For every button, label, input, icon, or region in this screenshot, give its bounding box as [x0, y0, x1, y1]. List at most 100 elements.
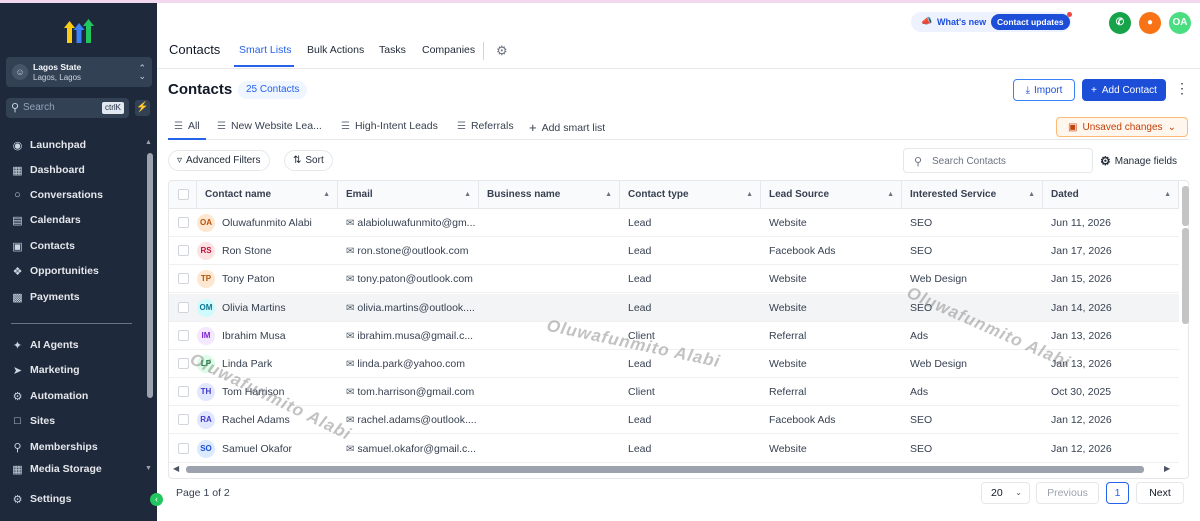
- sidebar-item-opportunities[interactable]: ❖ Opportunities: [11, 262, 99, 280]
- table-vertical-scrollbar-track[interactable]: [1182, 228, 1189, 324]
- account-switcher[interactable]: ☺ Lagos State Lagos, Lagos ⌃ ⌄: [6, 57, 152, 87]
- sidebar-item-dashboard[interactable]: ▦ Dashboard: [11, 161, 85, 179]
- column-header-email[interactable]: Email ▲: [338, 181, 479, 209]
- table-row[interactable]: IM Ibrahim Musa ✉ ibrahim.musa@gmail.c... Cl…: [169, 322, 1179, 350]
- smart-list-tab-new-website-leads[interactable]: ☰ New Website Lea...: [217, 120, 322, 132]
- page-number-button[interactable]: 1: [1106, 482, 1129, 504]
- add-smart-list-button[interactable]: + Add smart list: [529, 120, 605, 135]
- email-cell[interactable]: ✉ tony.paton@outlook.com: [338, 265, 479, 293]
- more-options-icon[interactable]: ⋮: [1175, 80, 1189, 97]
- phone-icon[interactable]: ✆: [1109, 12, 1131, 34]
- next-page-button[interactable]: Next: [1136, 482, 1184, 504]
- whats-new-pill[interactable]: 📣 What's new Contact updates: [911, 12, 1072, 32]
- previous-page-button[interactable]: Previous: [1036, 482, 1099, 504]
- sidebar-item-memberships[interactable]: ⚲ Memberships: [11, 438, 97, 456]
- sidebar-item-settings[interactable]: ⚙ Settings: [11, 490, 72, 508]
- add-contact-button[interactable]: + Add Contact: [1082, 79, 1166, 101]
- search-contacts[interactable]: ⚲: [903, 148, 1093, 173]
- column-header-business-name[interactable]: Business name ▲: [479, 181, 620, 209]
- row-checkbox[interactable]: [178, 301, 189, 313]
- contact-name-cell[interactable]: Linda Park: [214, 350, 338, 378]
- contact-name-cell[interactable]: Olivia Martins: [214, 294, 338, 322]
- column-header-interested-service[interactable]: Interested Service ▲: [902, 181, 1043, 209]
- advanced-filters-button[interactable]: ▿ Advanced Filters: [168, 150, 270, 171]
- tab-bulk-actions[interactable]: Bulk Actions: [307, 44, 364, 56]
- table-row[interactable]: OM Olivia Martins ✉ olivia.martins@outlook.…: [169, 293, 1179, 322]
- column-header-dated[interactable]: Dated ▲: [1043, 181, 1179, 209]
- sidebar-item-sites[interactable]: □ Sites: [11, 412, 55, 430]
- page-size-select[interactable]: 20 ⌄: [981, 482, 1030, 504]
- select-all-checkbox[interactable]: [178, 189, 189, 200]
- contact-name-cell[interactable]: Ibrahim Musa: [214, 322, 338, 350]
- column-header-contact-type[interactable]: Contact type ▲: [620, 181, 761, 209]
- sidebar-item-contacts[interactable]: ▣ Contacts: [11, 237, 75, 255]
- tab-tasks[interactable]: Tasks: [379, 44, 406, 56]
- row-checkbox[interactable]: [178, 386, 189, 398]
- sidebar-item-ai-agents[interactable]: ✦ AI Agents: [11, 336, 79, 354]
- row-checkbox[interactable]: [178, 414, 189, 426]
- tab-smart-lists[interactable]: Smart Lists: [239, 44, 292, 56]
- sidebar-scroll-up-icon[interactable]: ▲: [145, 139, 152, 146]
- email-cell[interactable]: ✉ ibrahim.musa@gmail.c...: [338, 322, 479, 350]
- row-checkbox[interactable]: [178, 273, 189, 285]
- sidebar-item-conversations[interactable]: ○ Conversations: [11, 186, 103, 204]
- table-vertical-scrollbar[interactable]: [1182, 186, 1189, 226]
- contact-updates-badge[interactable]: Contact updates: [991, 14, 1070, 30]
- row-checkbox[interactable]: [178, 245, 189, 257]
- user-avatar[interactable]: OA: [1169, 12, 1191, 34]
- table-horizontal-scrollbar[interactable]: [186, 466, 1144, 473]
- app-logo[interactable]: [64, 17, 94, 45]
- sidebar-scroll-down-icon[interactable]: ▼: [145, 465, 152, 472]
- email-cell[interactable]: ✉ alabioluwafunmito@gm...: [338, 209, 479, 237]
- email-cell[interactable]: ✉ samuel.okafor@gmail.c...: [338, 435, 479, 463]
- row-checkbox[interactable]: [178, 358, 189, 369]
- collapse-sidebar-icon[interactable]: ‹: [150, 493, 163, 506]
- table-row[interactable]: LP Linda Park ✉ linda.park@yahoo.com Lead Web…: [169, 350, 1179, 378]
- bell-icon[interactable]: ●: [1139, 12, 1161, 34]
- sidebar-scrollbar[interactable]: [147, 153, 153, 398]
- contact-name-cell[interactable]: Tony Paton: [214, 265, 338, 293]
- table-row[interactable]: OA Oluwafunmito Alabi ✉ alabioluwafunmito@g…: [169, 209, 1179, 237]
- lead-source-cell: Website: [769, 442, 807, 455]
- settings-gear-icon[interactable]: ⚙: [496, 43, 508, 59]
- smart-list-tab-high-intent-leads[interactable]: ☰ High-Intent Leads: [341, 120, 438, 132]
- sidebar-search[interactable]: ⚲ Search ctrlK: [6, 98, 129, 118]
- import-button[interactable]: ⤓ Import: [1013, 79, 1075, 101]
- row-checkbox[interactable]: [178, 329, 189, 341]
- smart-list-tab-all[interactable]: ☰ All: [174, 120, 200, 132]
- table-row[interactable]: TH Tom Harrison ✉ tom.harrison@gmail.com Cli…: [169, 378, 1179, 407]
- email-cell[interactable]: ✉ rachel.adams@outlook....: [338, 406, 479, 434]
- sort-button[interactable]: ⇅ Sort: [284, 150, 333, 171]
- table-row[interactable]: SO Samuel Okafor ✉ samuel.okafor@gmail.c...…: [169, 435, 1179, 463]
- unsaved-changes-button[interactable]: ▣ Unsaved changes ⌄: [1056, 117, 1188, 137]
- contact-name-cell[interactable]: Ron Stone: [214, 237, 338, 265]
- manage-fields-button[interactable]: ⚙ Manage fields: [1100, 154, 1177, 168]
- sidebar-item-launchpad[interactable]: ◉ Launchpad: [11, 136, 86, 154]
- contact-name-cell[interactable]: Rachel Adams: [214, 406, 338, 434]
- column-header-lead-source[interactable]: Lead Source ▲: [761, 181, 902, 209]
- column-header-contact-name[interactable]: Contact name ▲: [197, 181, 338, 209]
- sidebar-item-automation[interactable]: ⚙ Automation: [11, 387, 89, 405]
- sidebar-item-payments[interactable]: ▩ Payments: [11, 288, 79, 306]
- sidebar-item-media-storage[interactable]: ▦ Media Storage: [11, 463, 101, 475]
- contact-name-cell[interactable]: Samuel Okafor: [214, 435, 338, 463]
- sidebar-item-marketing[interactable]: ➤ Marketing: [11, 361, 80, 379]
- email-cell[interactable]: ✉ ron.stone@outlook.com: [338, 237, 479, 265]
- table-row[interactable]: RA Rachel Adams ✉ rachel.adams@outlook.... L…: [169, 406, 1179, 435]
- contact-name-cell[interactable]: Oluwafunmito Alabi: [214, 209, 338, 237]
- contact-name-cell[interactable]: Tom Harrison: [214, 378, 338, 406]
- email-cell[interactable]: ✉ olivia.martins@outlook....: [338, 294, 479, 322]
- search-contacts-input[interactable]: [932, 153, 1088, 169]
- table-row[interactable]: TP Tony Paton ✉ tony.paton@outlook.com Lead W…: [169, 265, 1179, 294]
- email-cell[interactable]: ✉ tom.harrison@gmail.com: [338, 378, 479, 406]
- quick-action-bolt-icon[interactable]: ⚡: [135, 100, 150, 116]
- email-cell[interactable]: ✉ linda.park@yahoo.com: [338, 350, 479, 378]
- sidebar-item-calendars[interactable]: ▤ Calendars: [11, 211, 80, 229]
- row-checkbox[interactable]: [178, 442, 189, 454]
- row-checkbox[interactable]: [178, 217, 189, 228]
- smart-list-tab-referrals[interactable]: ☰ Referrals: [457, 120, 514, 132]
- scroll-right-icon[interactable]: ▶: [1164, 464, 1170, 473]
- table-row[interactable]: RS Ron Stone ✉ ron.stone@outlook.com Lead Fac…: [169, 237, 1179, 266]
- tab-companies[interactable]: Companies: [422, 44, 475, 56]
- scroll-left-icon[interactable]: ◀: [173, 464, 179, 473]
